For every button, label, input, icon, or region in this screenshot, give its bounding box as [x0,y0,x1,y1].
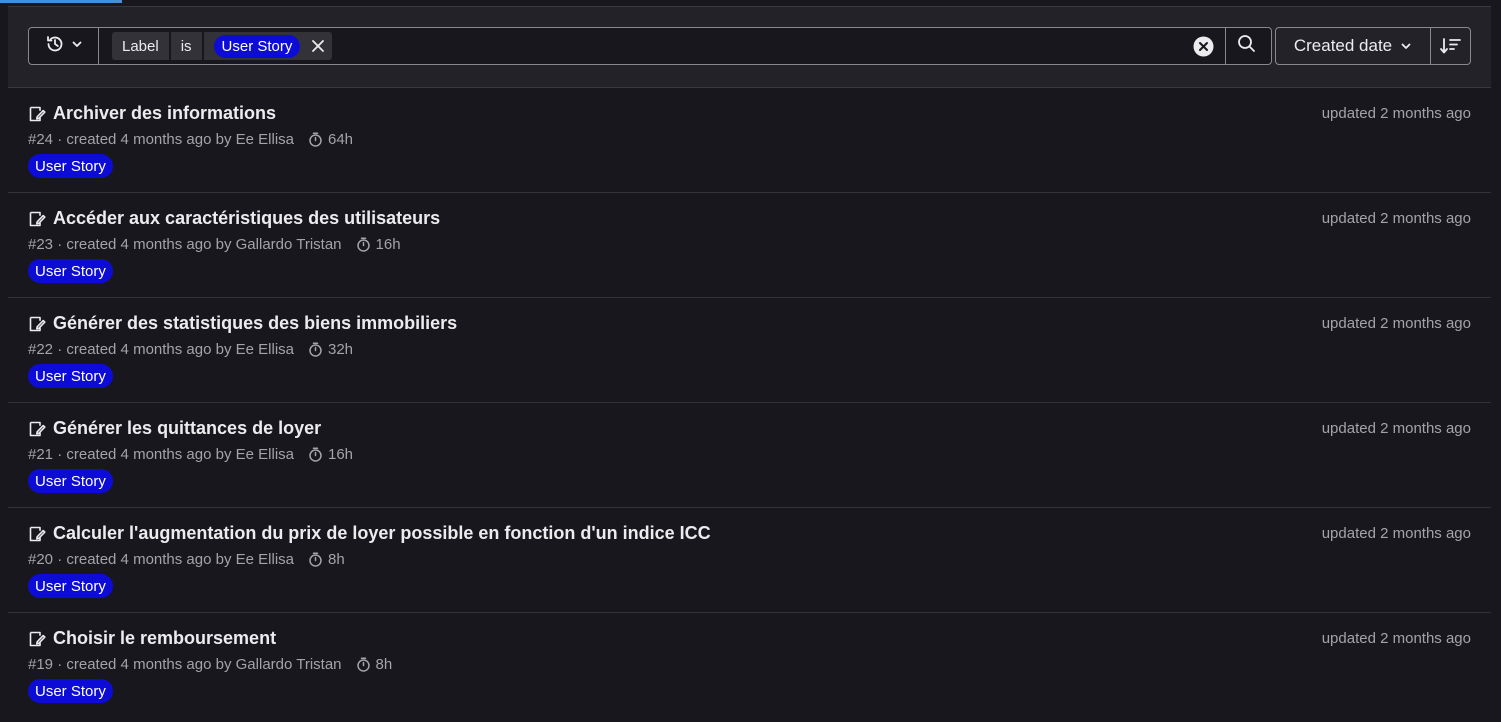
issue-created-text: · created 4 months ago by [53,551,236,568]
issue-meta: #23 · created 4 months ago by Gallardo T… [28,236,401,253]
issue-created-text: · created 4 months ago by [53,131,236,148]
issue-reference: #21 [28,446,54,463]
clear-icon[interactable] [1193,36,1214,57]
issue-title-link[interactable]: Calculer l'augmentation du prix de loyer… [53,523,711,544]
issue-row: Accéder aux caractéristiques des utilisa… [8,193,1491,298]
issue-meta: #22 · created 4 months ago by Ee Ellisa 3… [28,341,353,358]
issue-author-link[interactable]: Ee Ellisa [236,341,294,358]
label-badge[interactable]: User Story [28,364,113,388]
token-key: Label [112,32,169,60]
sort-direction-button[interactable] [1430,27,1471,65]
time-estimate-value: 8h [328,551,345,568]
issue-reference: #19 [28,656,54,673]
issue-reference: #23 [28,236,54,253]
label-badge[interactable]: User Story [28,154,113,178]
issue-author-link[interactable]: Ee Ellisa [236,131,294,148]
issue-title-link[interactable]: Choisir le remboursement [53,628,276,649]
history-icon [45,34,65,59]
issue-row: Archiver des informations #24 · created 4… [8,88,1491,193]
time-estimate: 8h [308,551,345,568]
timer-icon [308,552,323,567]
issue-list: Archiver des informations #24 · created 4… [8,88,1491,717]
search-icon [1237,34,1256,58]
issue-updated-time: updated 2 months ago [1321,420,1471,437]
issue-title-link[interactable]: Générer des statistiques des biens immob… [53,313,457,334]
issue-title-link[interactable]: Accéder aux caractéristiques des utilisa… [53,208,440,229]
timer-icon [308,132,323,147]
timer-icon [308,447,323,462]
issue-created-text: · created 4 months ago by [53,236,236,253]
issue-author-link[interactable]: Gallardo Tristan [236,236,342,253]
issue-meta: #20 · created 4 months ago by Ee Ellisa 8… [28,551,345,568]
issue-title-link[interactable]: Générer les quittances de loyer [53,418,321,439]
issue-created-text: · created 4 months ago by [53,656,236,673]
time-estimate-value: 64h [328,131,354,148]
time-estimate: 16h [356,236,401,253]
search-button[interactable] [1225,28,1266,64]
issue-author-link[interactable]: Gallardo Tristan [236,656,342,673]
issue-reference: #20 [28,551,54,568]
timer-icon [356,237,371,252]
token-value-label: User Story [213,34,301,58]
issue-updated-time: updated 2 months ago [1321,105,1471,122]
timer-icon [356,657,371,672]
issue-row: Générer des statistiques des biens immob… [8,298,1491,403]
label-badge[interactable]: User Story [28,469,113,493]
issue-type-icon [28,105,46,123]
label-badge[interactable]: User Story [28,574,113,598]
sort-label: Created date [1293,36,1393,55]
issue-author-link[interactable]: Ee Ellisa [236,446,294,463]
tab-active-indicator [0,0,122,3]
issue-type-icon [28,630,46,648]
recent-searches-button[interactable] [29,28,99,64]
filtered-search-box[interactable]: Label is User Story [28,27,1272,65]
token-operator: is [170,32,202,60]
close-icon[interactable] [310,38,326,54]
issue-meta: #21 · created 4 months ago by Ee Ellisa 1… [28,446,353,463]
issue-updated-time: updated 2 months ago [1321,525,1471,542]
issue-type-icon [28,525,46,543]
sort-dropdown[interactable]: Created date [1275,27,1431,65]
sort-lowest-icon [1439,37,1462,55]
filter-bar: Label is User Story Created date [8,7,1491,88]
time-estimate-value: 8h [375,656,393,673]
issue-reference: #22 [28,341,54,358]
issue-title-link[interactable]: Archiver des informations [53,103,276,124]
time-estimate: 16h [308,446,353,463]
issue-updated-time: updated 2 months ago [1321,210,1471,227]
issue-updated-time: updated 2 months ago [1321,315,1471,332]
time-estimate: 8h [356,656,393,673]
time-estimate-value: 16h [375,236,401,253]
issue-meta: #19 · created 4 months ago by Gallardo T… [28,656,392,673]
timer-icon [308,342,323,357]
issue-row: Générer les quittances de loyer #21 · cre… [8,403,1491,508]
issue-meta: #24 · created 4 months ago by Ee Ellisa 6… [28,131,353,148]
issue-reference: #24 [28,131,54,148]
issue-created-text: · created 4 months ago by [53,341,236,358]
issue-created-text: · created 4 months ago by [53,446,236,463]
issue-updated-time: updated 2 months ago [1321,630,1471,647]
issue-author-link[interactable]: Ee Ellisa [236,551,294,568]
time-estimate: 64h [308,131,353,148]
filter-token[interactable]: Label is User Story [112,32,333,60]
issue-row: Choisir le remboursement #19 · created 4 … [8,613,1491,717]
label-badge[interactable]: User Story [28,259,113,283]
issue-type-icon [28,315,46,333]
issue-row: Calculer l'augmentation du prix de loyer… [8,508,1491,613]
issue-type-icon [28,210,46,228]
time-estimate-value: 32h [328,341,354,358]
label-badge[interactable]: User Story [28,679,113,703]
time-estimate: 32h [308,341,353,358]
token-value: User Story [203,32,333,60]
time-estimate-value: 16h [328,446,354,463]
issue-type-icon [28,420,46,438]
chevron-down-icon [1400,40,1412,52]
chevron-down-icon [71,37,83,55]
